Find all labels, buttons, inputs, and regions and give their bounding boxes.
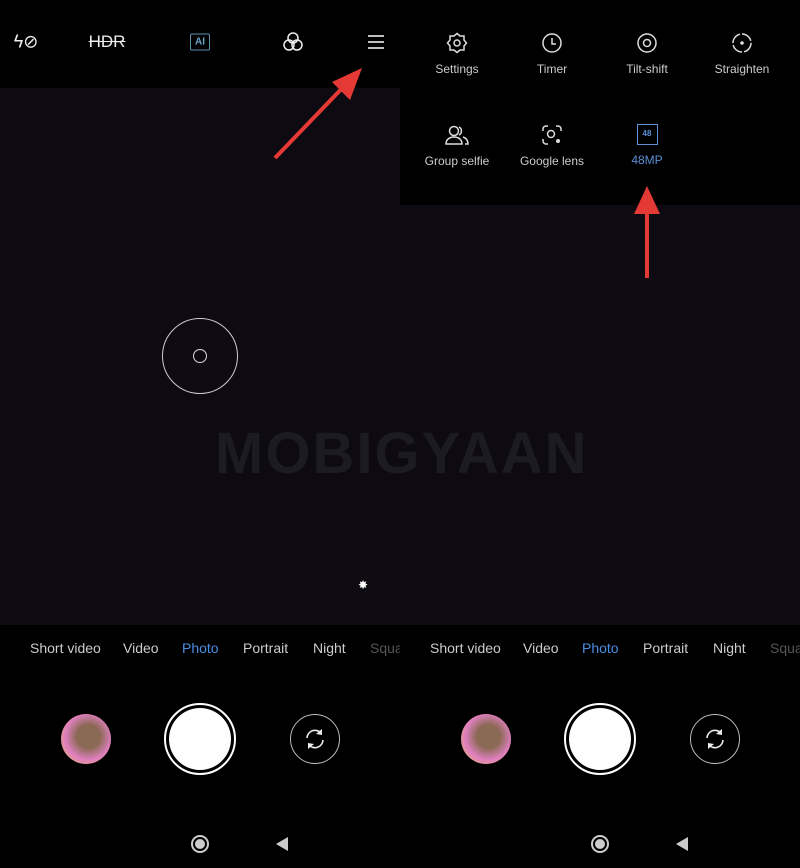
switch-camera-icon — [306, 729, 324, 749]
menu-label: Google lens — [519, 154, 585, 168]
menu-label: Straighten — [714, 62, 770, 76]
mode-video[interactable]: Video — [523, 640, 559, 656]
shutter-button[interactable] — [164, 703, 236, 775]
gallery-thumbnail[interactable] — [61, 714, 111, 764]
mode-square[interactable]: Square — [370, 640, 400, 656]
watermark-logo: MOBIGYAAN — [400, 421, 589, 486]
mode-video[interactable]: Video — [123, 640, 159, 656]
google-lens-icon — [542, 125, 562, 145]
menu-icon[interactable] — [366, 34, 386, 50]
mode-selector: Short video Video Photo Portrait Night S… — [0, 640, 400, 660]
settings-icon — [446, 32, 468, 54]
nav-back-button[interactable] — [676, 837, 688, 851]
48mp-icon: 48 — [636, 124, 658, 145]
menu-label: 48MP — [631, 153, 663, 167]
menu-item-tilt-shift[interactable]: Tilt-shift — [597, 32, 697, 76]
menu-label: Tilt-shift — [626, 62, 668, 76]
camera-screen-right: MOBIGYAAN Settings Timer Tilt-shift Stra… — [400, 0, 800, 868]
menu-item-group-selfie[interactable]: Group selfie — [407, 124, 507, 168]
flash-off-icon[interactable]: ϟ⊘ — [14, 32, 39, 53]
mode-short-video[interactable]: Short video — [430, 640, 501, 656]
hdr-off-icon[interactable]: HDR — [89, 32, 126, 52]
timer-icon — [542, 33, 562, 53]
menu-item-timer[interactable]: Timer — [502, 32, 602, 76]
switch-camera-button[interactable] — [290, 714, 340, 764]
mode-portrait[interactable]: Portrait — [243, 640, 288, 656]
nav-home-button[interactable] — [591, 835, 609, 853]
menu-item-48mp[interactable]: 48 48MP — [597, 124, 697, 167]
red-arrow-annotation — [634, 186, 660, 278]
menu-item-settings[interactable]: Settings — [407, 32, 507, 76]
mode-selector: Short video Video Photo Portrait Night S… — [400, 640, 800, 660]
mode-night[interactable]: Night — [313, 640, 346, 656]
mode-square[interactable]: Square — [770, 640, 800, 656]
menu-label: Settings — [435, 62, 479, 76]
viewfinder[interactable]: ✸ — [0, 88, 400, 625]
menu-label: Group selfie — [424, 154, 490, 168]
nav-home-button[interactable] — [191, 835, 209, 853]
menu-label: Timer — [536, 62, 568, 76]
gallery-thumbnail[interactable] — [461, 714, 511, 764]
tilt-shift-icon — [637, 33, 657, 53]
mode-photo[interactable]: Photo — [582, 640, 619, 656]
shutter-button[interactable] — [564, 703, 636, 775]
ai-icon[interactable]: AI — [190, 33, 210, 51]
mode-photo[interactable]: Photo — [182, 640, 219, 656]
group-selfie-icon — [445, 125, 469, 145]
camera-screen-left: ✸ MOBIGYAAN ϟ⊘ HDR AI Short video Video … — [0, 0, 400, 868]
focus-dot — [193, 349, 207, 363]
menu-item-google-lens[interactable]: Google lens — [502, 124, 602, 168]
mode-short-video[interactable]: Short video — [30, 640, 101, 656]
switch-camera-icon — [706, 729, 724, 749]
red-arrow-annotation — [273, 68, 362, 160]
mode-portrait[interactable]: Portrait — [643, 640, 688, 656]
filters-icon[interactable] — [282, 31, 304, 53]
nav-back-button[interactable] — [276, 837, 288, 851]
more-options-menu: Settings Timer Tilt-shift Straighten Gro… — [400, 0, 800, 205]
watermark-logo: MOBIGYAAN — [215, 421, 400, 486]
switch-camera-button[interactable] — [690, 714, 740, 764]
mode-night[interactable]: Night — [713, 640, 746, 656]
menu-item-straighten[interactable]: Straighten — [692, 32, 792, 76]
straighten-icon — [732, 33, 752, 53]
exposure-sun-icon: ✸ — [358, 578, 369, 592]
